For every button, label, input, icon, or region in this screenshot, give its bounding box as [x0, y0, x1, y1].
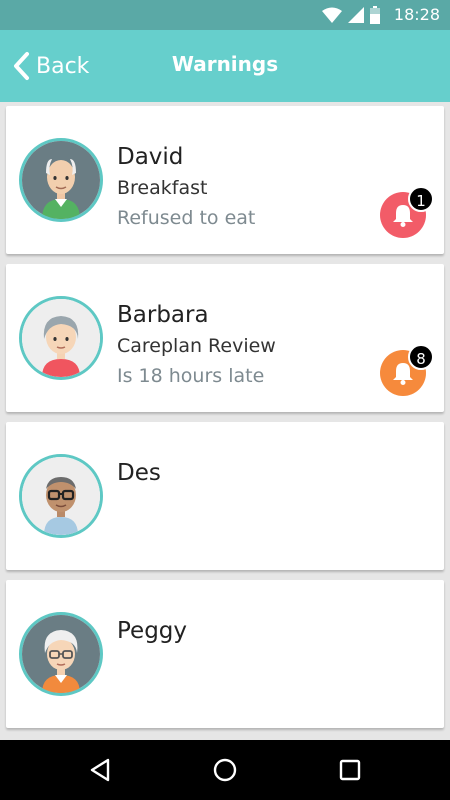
- avatar: [19, 296, 103, 380]
- wifi-icon: [322, 7, 342, 23]
- warning-detail: Is 18 hours late: [117, 365, 265, 387]
- warning-title: Careplan Review: [117, 335, 276, 357]
- avatar: [19, 612, 103, 696]
- alert-badge[interactable]: 8: [380, 344, 434, 398]
- resident-card-des[interactable]: Des: [6, 422, 444, 570]
- page-title: Warnings: [171, 52, 279, 76]
- nav-back-button[interactable]: [84, 754, 116, 786]
- app-bar: Back Warnings: [0, 30, 450, 102]
- circle-home-icon: [213, 758, 237, 782]
- resident-list: David Breakfast Refused to eat 1 Barbara: [6, 106, 444, 738]
- square-recents-icon: [339, 759, 361, 781]
- avatar: [19, 138, 103, 222]
- resident-card-peggy[interactable]: Peggy: [6, 580, 444, 728]
- alert-count: 1: [408, 186, 434, 212]
- warning-title: Breakfast: [117, 177, 208, 199]
- triangle-back-icon: [90, 758, 110, 782]
- warning-detail: Refused to eat: [117, 207, 256, 229]
- resident-name: Peggy: [117, 618, 188, 644]
- status-icons: [322, 6, 380, 24]
- status-bar: 18:28: [0, 0, 450, 30]
- alert-badge[interactable]: 1: [380, 186, 434, 240]
- resident-name: David: [117, 144, 184, 170]
- resident-name: Des: [117, 460, 161, 486]
- resident-name: Barbara: [117, 302, 209, 328]
- system-nav-bar: [0, 740, 450, 800]
- battery-icon: [370, 6, 380, 24]
- resident-card-barbara[interactable]: Barbara Careplan Review Is 18 hours late…: [6, 264, 444, 412]
- nav-home-button[interactable]: [209, 754, 241, 786]
- status-time: 18:28: [393, 5, 440, 24]
- signal-icon: [348, 7, 364, 23]
- avatar: [19, 454, 103, 538]
- nav-recents-button[interactable]: [334, 754, 366, 786]
- alert-count: 8: [408, 344, 434, 370]
- resident-card-david[interactable]: David Breakfast Refused to eat 1: [6, 106, 444, 254]
